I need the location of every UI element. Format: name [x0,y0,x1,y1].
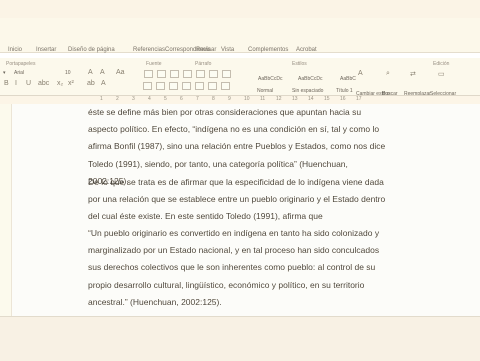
style-label-heading[interactable]: Título 1 [336,88,353,94]
justify-icon[interactable] [182,82,191,90]
highlight-icon[interactable]: ab [87,80,95,87]
font-color-icon[interactable]: A [101,80,106,87]
borders-icon[interactable] [221,82,230,90]
tab-vista[interactable]: Vista [221,47,234,53]
change-case-icon[interactable]: Aa [116,69,125,76]
tab-complementos[interactable]: Complementos [248,47,288,53]
ruler-number: 12 [276,96,282,102]
shrink-font-icon[interactable]: A [100,69,105,76]
ruler-number: 10 [244,96,250,102]
bullets-icon[interactable] [144,70,153,78]
shading-icon[interactable] [208,82,217,90]
ruler-number: 8 [212,96,215,102]
tab-inicio[interactable]: Inicio [8,47,22,53]
tab-revisar[interactable]: Revisar [196,47,216,53]
ruler-number: 16 [340,96,346,102]
bold-icon[interactable]: B [4,80,9,87]
style-label-no-spacing[interactable]: Sin espaciado [292,88,323,94]
grow-font-icon[interactable]: A [88,69,93,76]
ruler-number: 14 [308,96,314,102]
status-area [0,316,480,361]
numbering-icon[interactable] [157,70,166,78]
subscript-icon[interactable]: x₂ [57,80,63,87]
group-parrafo: Párrafo [195,61,212,67]
group-edicion: Edición [433,61,450,67]
tab-acrobat[interactable]: Acrobat [296,47,317,53]
style-preview-heading[interactable]: AaBbC [340,76,356,82]
ruler-number: 17 [356,96,362,102]
style-label-normal[interactable]: Normal [257,88,273,94]
increase-indent-icon[interactable] [196,70,205,78]
tab-diseno[interactable]: Diseño de página [68,47,115,53]
ruler-number: 7 [196,96,199,102]
tab-referencias[interactable]: Referencias [133,47,165,53]
paste-dropdown-icon[interactable]: ▾ [3,70,6,76]
ruler-number: 6 [180,96,183,102]
superscript-icon[interactable]: x² [68,80,74,87]
replace-icon[interactable]: ⇄ [410,70,416,78]
group-portapapeles: Portapapeles [6,61,36,67]
ruler-number: 1 [100,96,103,102]
paragraph-3[interactable]: “Un pueblo originario es convertido en i… [88,225,390,311]
font-name[interactable]: Arial [14,70,24,76]
ruler-number: 9 [228,96,231,102]
paragraph-2[interactable]: De lo que se trata es de afirmar que la … [88,174,390,226]
group-fuente: Fuente [146,61,162,67]
ruler-number: 15 [324,96,330,102]
tab-insertar[interactable]: Insertar [36,47,56,53]
style-preview-no-spacing[interactable]: AaBbCcDc [298,76,322,82]
select-icon[interactable]: ▭ [438,70,445,78]
style-preview-normal[interactable]: AaBbCcDc [258,76,282,82]
change-styles-icon[interactable]: A [358,70,363,77]
align-left-icon[interactable] [143,82,152,90]
ruler-number: 13 [292,96,298,102]
ruler-number: 2 [116,96,119,102]
find-icon[interactable]: ⌕ [386,70,390,78]
ruler-number: 11 [260,96,266,102]
ruler-number: 5 [164,96,167,102]
italic-icon[interactable]: I [15,80,17,87]
title-strip [0,0,480,18]
sort-icon[interactable] [209,70,218,78]
ruler-number: 4 [148,96,151,102]
vertical-ruler [0,104,12,316]
align-right-icon[interactable] [169,82,178,90]
align-center-icon[interactable] [156,82,165,90]
menu-tabs: Inicio Insertar Diseño de página Referen… [0,42,480,58]
show-marks-icon[interactable] [222,70,231,78]
ruler-number: 3 [132,96,135,102]
multilevel-list-icon[interactable] [170,70,179,78]
document-page[interactable]: éste se define más bien por otras consid… [88,104,390,316]
strikethrough-icon[interactable]: abc [38,80,49,87]
font-size[interactable]: 10 [65,70,71,76]
decrease-indent-icon[interactable] [183,70,192,78]
group-estilos: Estilos [292,61,307,67]
underline-icon[interactable]: U [26,80,31,87]
line-spacing-icon[interactable] [195,82,204,90]
